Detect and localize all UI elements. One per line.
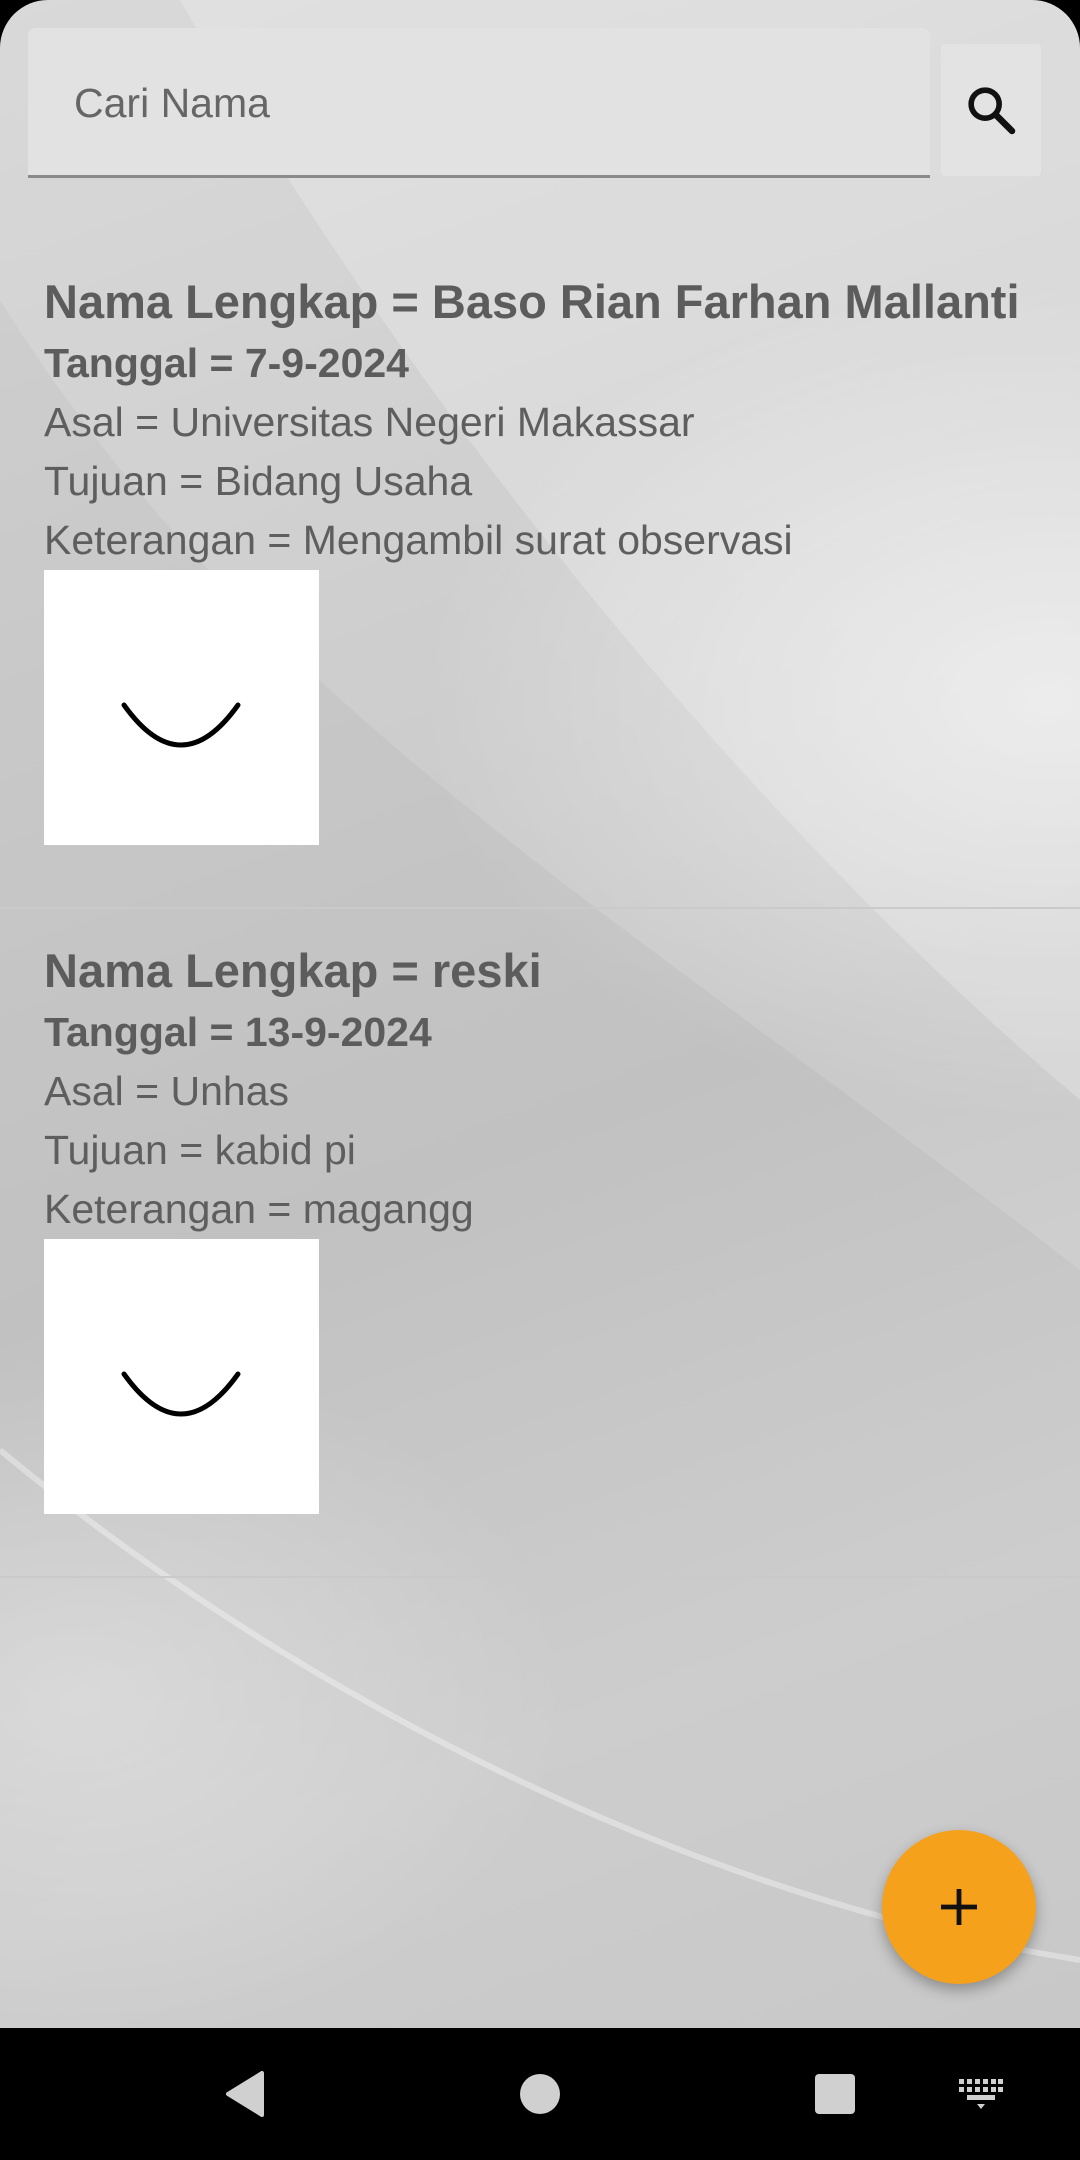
list-item[interactable]: Nama Lengkap = Baso Rian Farhan Mallanti… bbox=[0, 240, 1080, 909]
app-screen: Nama Lengkap = Baso Rian Farhan Mallanti… bbox=[0, 0, 1080, 2028]
system-nav-bar bbox=[0, 2028, 1080, 2160]
signature-image bbox=[44, 1239, 319, 1514]
entry-purpose: Tujuan = kabid pi bbox=[44, 1127, 356, 1173]
entry-name: Nama Lengkap = reski bbox=[44, 944, 542, 997]
guest-list: Nama Lengkap = Baso Rian Farhan Mallanti… bbox=[0, 240, 1080, 1578]
nav-back-button[interactable] bbox=[205, 2028, 285, 2160]
nav-keyboard-button[interactable] bbox=[950, 2028, 1012, 2160]
nav-recents-button[interactable] bbox=[795, 2028, 875, 2160]
entry-name: Nama Lengkap = Baso Rian Farhan Mallanti bbox=[44, 275, 1020, 328]
entry-date: Tanggal = 13-9-2024 bbox=[44, 1009, 432, 1055]
back-icon bbox=[226, 2071, 264, 2117]
signature-image bbox=[44, 570, 319, 845]
keyboard-icon bbox=[959, 2079, 1003, 2109]
home-icon bbox=[520, 2074, 560, 2114]
search-field[interactable] bbox=[28, 28, 930, 178]
entry-origin: Asal = Universitas Negeri Makassar bbox=[44, 399, 695, 445]
entry-purpose: Tujuan = Bidang Usaha bbox=[44, 458, 473, 504]
plus-icon bbox=[941, 1889, 977, 1925]
list-item[interactable]: Nama Lengkap = reski Tanggal = 13-9-2024… bbox=[0, 909, 1080, 1578]
nav-home-button[interactable] bbox=[500, 2028, 580, 2160]
search-input[interactable] bbox=[72, 72, 876, 134]
search-icon bbox=[968, 87, 1016, 135]
entry-note: Keterangan = Mengambil surat observasi bbox=[44, 517, 793, 563]
entry-note: Keterangan = magangg bbox=[44, 1186, 474, 1232]
recents-icon bbox=[815, 2074, 855, 2114]
search-button[interactable] bbox=[941, 44, 1041, 176]
entry-origin: Asal = Unhas bbox=[44, 1068, 289, 1114]
add-entry-button[interactable] bbox=[882, 1830, 1036, 1984]
entry-date: Tanggal = 7-9-2024 bbox=[44, 340, 409, 386]
